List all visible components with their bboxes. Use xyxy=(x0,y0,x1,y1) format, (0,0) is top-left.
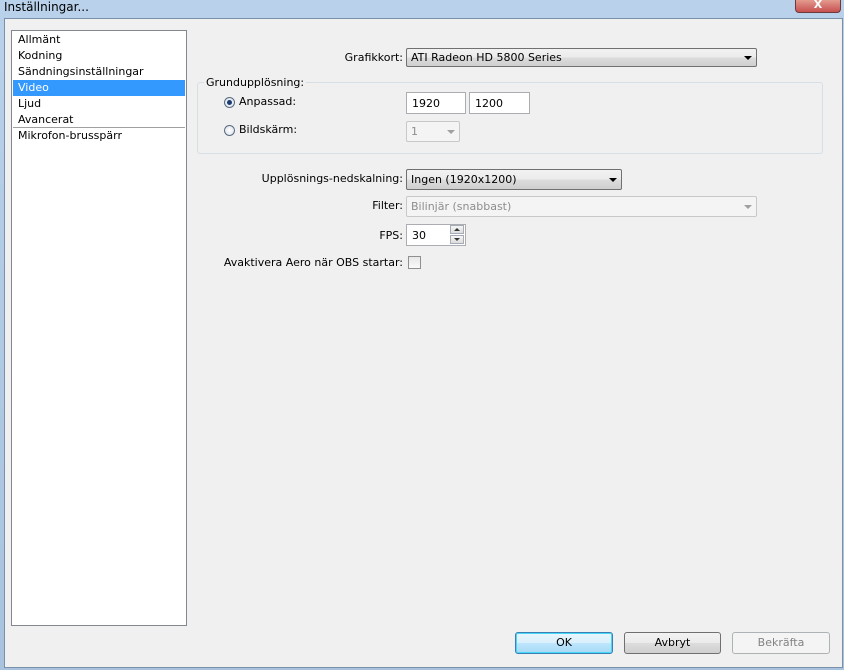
filter-label: Filter: xyxy=(372,199,403,212)
window-frame: Inställningar... X Allmänt Kodning Sändn… xyxy=(0,0,844,670)
graphics-card-value: ATI Radeon HD 5800 Series xyxy=(411,51,562,64)
nav-item-allmant[interactable]: Allmänt xyxy=(13,32,185,48)
fps-stepper-buttons xyxy=(450,225,465,245)
width-input[interactable]: 1920 xyxy=(406,92,466,114)
base-resolution-group-title: Grundupplösning: xyxy=(204,76,307,89)
chevron-down-icon xyxy=(744,56,752,60)
fps-stepper[interactable]: 30 xyxy=(406,224,466,246)
aero-checkbox[interactable] xyxy=(408,256,421,269)
close-icon: X xyxy=(813,0,823,11)
graphics-card-label: Grafikkort: xyxy=(344,51,403,64)
custom-label: Anpassad: xyxy=(239,95,297,108)
monitor-label: Bildskärm: xyxy=(239,123,298,136)
window-title: Inställningar... xyxy=(4,0,89,14)
width-value: 1920 xyxy=(412,97,440,110)
dialog-client: Allmänt Kodning Sändningsinställningar V… xyxy=(4,18,843,668)
close-button[interactable]: X xyxy=(795,0,841,13)
nav-item-video[interactable]: Video xyxy=(13,80,185,96)
nav-item-sandning[interactable]: Sändningsinställningar xyxy=(13,64,185,80)
title-bar[interactable]: Inställningar... X xyxy=(0,0,844,18)
fps-value: 30 xyxy=(412,229,426,242)
chevron-down-icon xyxy=(609,178,617,182)
nav-item-kodning[interactable]: Kodning xyxy=(13,48,185,64)
nav-item-avancerat[interactable]: Avancerat xyxy=(13,112,185,128)
nav-item-mikrofon[interactable]: Mikrofon-brusspärr xyxy=(13,128,185,144)
height-value: 1200 xyxy=(475,97,503,110)
custom-radio[interactable] xyxy=(224,97,235,108)
filter-select[interactable]: Bilinjär (snabbast) xyxy=(406,196,757,217)
monitor-radio[interactable] xyxy=(224,125,235,136)
fps-label: FPS: xyxy=(379,229,403,242)
apply-button[interactable]: Bekräfta xyxy=(732,632,830,654)
settings-nav-list: Allmänt Kodning Sändningsinställningar V… xyxy=(11,30,187,626)
aero-label: Avaktivera Aero när OBS startar: xyxy=(223,256,403,269)
graphics-card-select[interactable]: ATI Radeon HD 5800 Series xyxy=(406,48,757,67)
downscale-label: Upplösnings-nedskalning: xyxy=(261,172,403,185)
nav-item-ljud[interactable]: Ljud xyxy=(13,96,185,112)
downscale-select[interactable]: Ingen (1920x1200) xyxy=(406,169,622,190)
spin-down-icon[interactable] xyxy=(450,235,464,244)
cancel-button[interactable]: Avbryt xyxy=(624,632,721,654)
monitor-select[interactable]: 1 xyxy=(406,121,460,142)
monitor-value: 1 xyxy=(411,125,418,138)
downscale-value: Ingen (1920x1200) xyxy=(411,173,517,186)
ok-button[interactable]: OK xyxy=(515,632,613,654)
height-input[interactable]: 1200 xyxy=(469,92,530,114)
chevron-down-icon xyxy=(744,205,752,209)
spin-up-icon[interactable] xyxy=(450,225,464,234)
filter-value: Bilinjär (snabbast) xyxy=(411,200,512,213)
chevron-down-icon xyxy=(447,130,455,134)
